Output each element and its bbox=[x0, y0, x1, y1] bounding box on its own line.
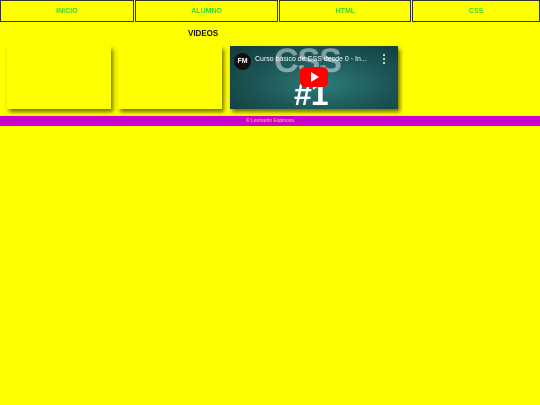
play-icon bbox=[311, 72, 319, 82]
footer: © Leonardo Espinosa bbox=[0, 116, 540, 126]
video-embed-1[interactable] bbox=[7, 46, 111, 109]
video-embed-3[interactable]: CSS #1 FM Curso básico de CSS desde 0 - … bbox=[230, 46, 398, 109]
more-vert-icon[interactable] bbox=[382, 54, 386, 64]
video-embed-2[interactable] bbox=[118, 46, 222, 109]
nav-item-inicio[interactable]: INICIO bbox=[0, 0, 134, 22]
nav-item-css[interactable]: CSS bbox=[412, 0, 540, 22]
channel-logo[interactable]: FM bbox=[234, 53, 251, 70]
video-title[interactable]: Curso básico de CSS desde 0 - In... bbox=[255, 56, 375, 63]
section-title: VIDEOS bbox=[188, 29, 219, 38]
footer-copyright: © Leonardo Espinosa bbox=[245, 118, 295, 124]
play-button[interactable] bbox=[300, 67, 328, 87]
top-nav: INICIO ALUMNO HTML CSS bbox=[0, 0, 540, 22]
nav-item-alumno[interactable]: ALUMNO bbox=[134, 0, 279, 22]
nav-item-html[interactable]: HTML bbox=[279, 0, 412, 22]
